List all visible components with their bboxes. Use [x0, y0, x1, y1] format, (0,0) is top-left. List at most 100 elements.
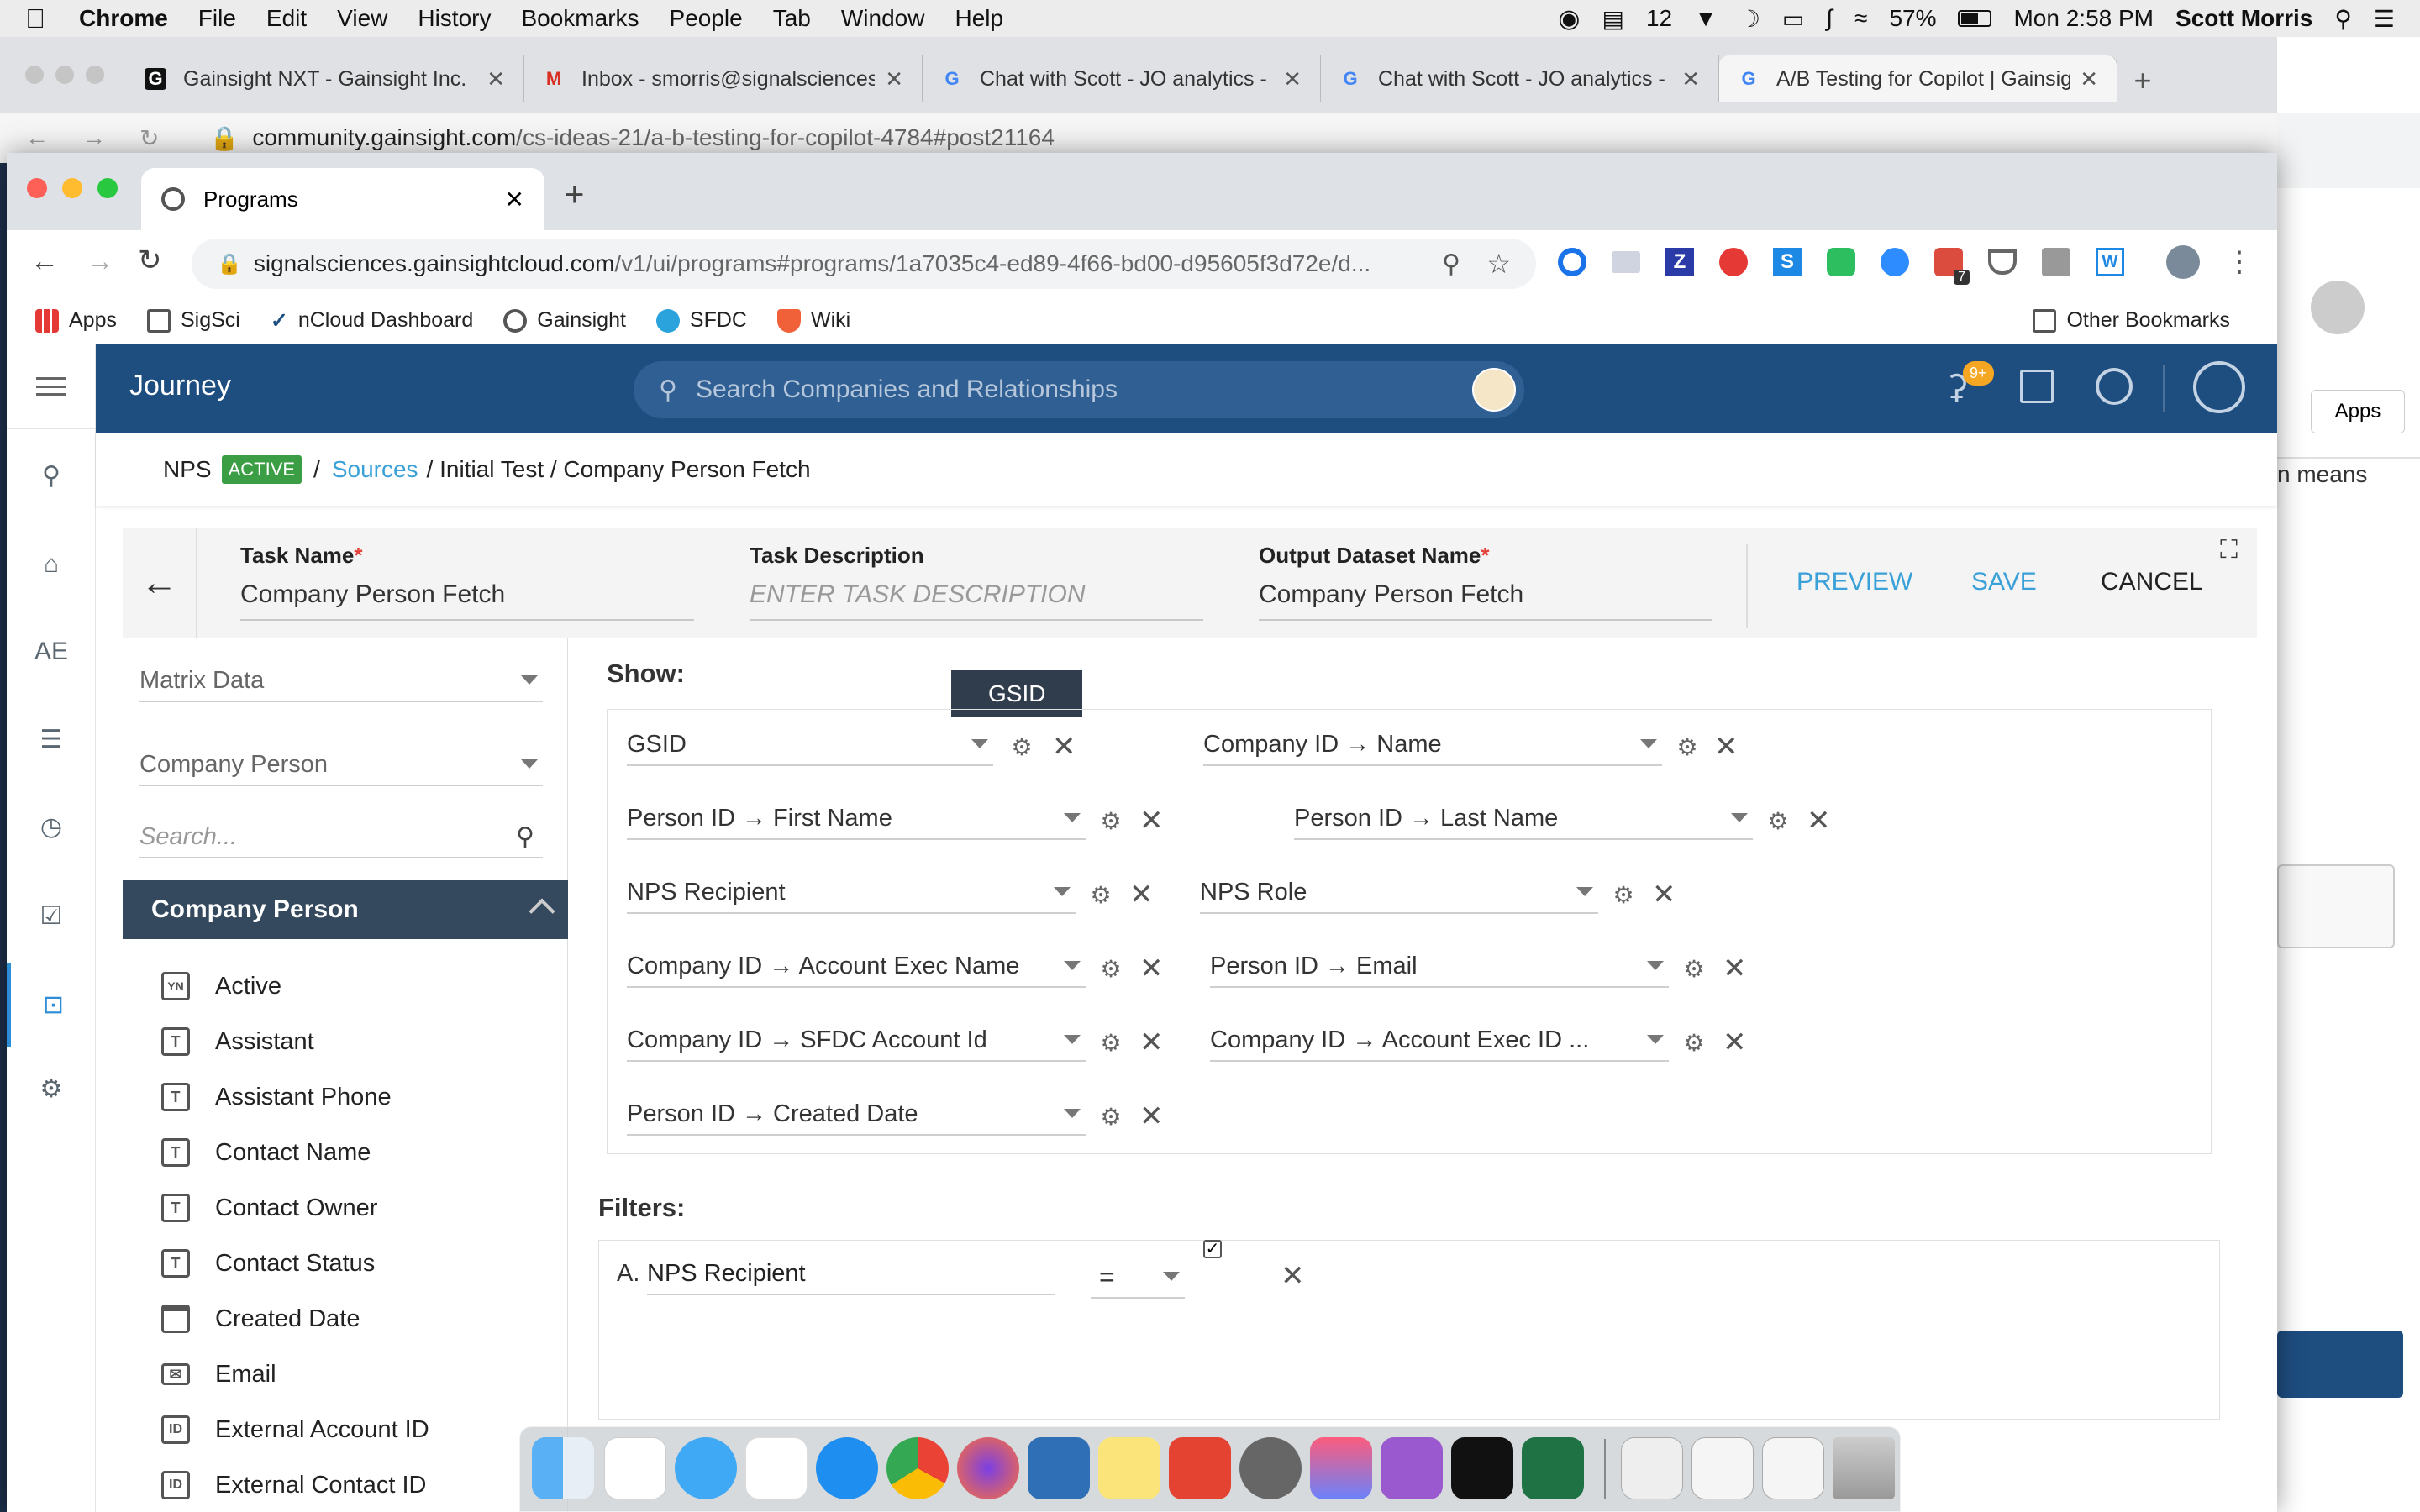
slack-icon[interactable]	[745, 1437, 808, 1499]
airplay-icon[interactable]: ▭	[1782, 5, 1804, 33]
forward-icon[interactable]: →	[82, 124, 106, 151]
list-icon[interactable]: ☰	[7, 697, 96, 781]
hamburger-menu-icon[interactable]	[7, 344, 96, 428]
menu-history[interactable]: History	[418, 5, 491, 32]
extension-icon[interactable]: S	[1773, 248, 1802, 276]
fullscreen-icon[interactable]: ⛶	[2220, 536, 2238, 564]
show-field-dropdown[interactable]: Person ID → Created Date	[627, 1094, 1086, 1136]
back-icon[interactable]: ←	[30, 245, 59, 278]
preview-button[interactable]: PREVIEW	[1797, 568, 1912, 596]
gear-icon[interactable]: ⚙	[1099, 958, 1123, 981]
source-type-dropdown[interactable]: Matrix Data	[139, 660, 543, 702]
trash-icon[interactable]	[1833, 1437, 1895, 1499]
user-profile-icon[interactable]	[2193, 361, 2245, 413]
field-list-item[interactable]: ✉ Email	[161, 1349, 276, 1399]
field-search-input[interactable]: Search... ⚲	[139, 816, 543, 858]
cancel-button[interactable]: CANCEL	[2101, 568, 2203, 596]
field-list-item[interactable]: YN Active	[161, 961, 281, 1011]
field-list-item[interactable]: T Contact Status	[161, 1238, 375, 1289]
reload-icon[interactable]: ↻	[138, 244, 162, 277]
remove-icon[interactable]: ✕	[1723, 1028, 1747, 1057]
forward-icon[interactable]: →	[86, 245, 114, 278]
source-object-dropdown[interactable]: Company Person	[139, 744, 543, 786]
apple-icon[interactable]: 	[25, 3, 45, 34]
field-list-item[interactable]: T Contact Owner	[161, 1183, 377, 1233]
firefox-icon[interactable]	[957, 1437, 1019, 1499]
filter-operator-dropdown[interactable]: =	[1091, 1257, 1185, 1299]
extension-icon[interactable]	[1558, 248, 1586, 276]
bg-button[interactable]	[2277, 1331, 2403, 1398]
support-icon[interactable]	[2096, 368, 2133, 405]
book-icon[interactable]	[2020, 370, 2054, 403]
bookmark-wiki[interactable]: Wiki	[776, 308, 850, 333]
remove-icon[interactable]: ✕	[1129, 880, 1154, 909]
bookmark-gainsight[interactable]: Gainsight	[503, 308, 626, 333]
breadcrumb-sources-link[interactable]: Sources	[332, 456, 418, 483]
other-bookmarks[interactable]: Other Bookmarks	[2033, 308, 2230, 333]
app-icon[interactable]	[1028, 1437, 1090, 1499]
bluetooth-icon[interactable]: ∫	[1826, 5, 1833, 32]
bookmark-star-icon[interactable]: ☆	[1486, 248, 1511, 280]
apps-button[interactable]: Apps	[2311, 390, 2405, 433]
new-tab-icon[interactable]: +	[565, 176, 584, 214]
new-tab-icon[interactable]: +	[2118, 55, 2168, 106]
field-list-item[interactable]: ID External Account ID	[161, 1404, 429, 1455]
close-window-button[interactable]	[27, 178, 47, 198]
extension-icon[interactable]	[1719, 248, 1748, 276]
close-icon[interactable]: ✕	[1681, 66, 1700, 92]
evernote-icon[interactable]	[1827, 248, 1855, 276]
journey-orchestrator-icon[interactable]: ⊡	[7, 963, 96, 1047]
bg-tab[interactable]: G Chat with Scott - JO analytics - ✕	[923, 55, 1321, 102]
vpn-icon[interactable]: ▼	[1694, 5, 1718, 32]
music-icon[interactable]	[1310, 1437, 1372, 1499]
show-field-dropdown[interactable]: NPS Recipient	[627, 872, 1076, 914]
home-icon[interactable]: ⌂	[7, 522, 96, 606]
close-icon[interactable]: ✕	[1283, 66, 1302, 92]
todoist-icon[interactable]	[1169, 1437, 1231, 1499]
zoom-window-button[interactable]	[97, 178, 118, 198]
field-list-item[interactable]: ID External Contact ID	[161, 1460, 426, 1510]
menu-view[interactable]: View	[337, 5, 387, 32]
show-field-dropdown[interactable]: Person ID → Email	[1210, 946, 1669, 988]
zoom-ext-icon[interactable]	[1881, 248, 1909, 276]
bookmark-apps[interactable]: Apps	[35, 308, 117, 333]
task-description-input[interactable]: ENTER TASK DESCRIPTION	[750, 580, 1203, 621]
gear-icon[interactable]: ⚙	[1612, 884, 1635, 907]
show-field-dropdown[interactable]: GSID	[627, 724, 993, 766]
gear-icon[interactable]: ⚙	[1682, 1032, 1706, 1055]
copilot-avatar[interactable]	[1472, 368, 1516, 412]
bg-url-path[interactable]: /cs-ideas-21/a-b-testing-for-copilot-478…	[516, 124, 1055, 151]
gear-icon[interactable]: ⚙	[1010, 736, 1034, 759]
clock[interactable]: Mon 2:58 PM	[2013, 5, 2154, 32]
excel-icon[interactable]	[1522, 1437, 1584, 1499]
minimize-window-button[interactable]	[62, 178, 82, 198]
profile-avatar[interactable]	[2166, 245, 2200, 279]
back-icon[interactable]: ←	[25, 124, 49, 151]
gear-icon[interactable]: ⚙	[7, 1047, 96, 1131]
spreadsheet-thumbnail-icon[interactable]	[1762, 1437, 1824, 1499]
notes-icon[interactable]	[1098, 1437, 1160, 1499]
spreadsheet-thumbnail-icon[interactable]	[1691, 1437, 1754, 1499]
remove-icon[interactable]: ✕	[1723, 954, 1747, 983]
close-icon[interactable]: ✕	[2080, 66, 2098, 92]
messages-icon[interactable]	[675, 1437, 737, 1499]
field-list-item[interactable]: T Contact Name	[161, 1127, 371, 1178]
show-field-dropdown[interactable]: Company ID → SFDC Account Id	[627, 1020, 1086, 1062]
chevron-up-icon[interactable]	[529, 898, 555, 925]
apple-tv-icon[interactable]	[1451, 1437, 1513, 1499]
safari-icon[interactable]	[816, 1437, 878, 1499]
task-name-input[interactable]: Company Person Fetch	[240, 580, 694, 621]
show-field-dropdown[interactable]: NPS Role	[1200, 872, 1598, 914]
search-icon[interactable]: ⚲	[7, 433, 96, 517]
menu-help[interactable]: Help	[955, 5, 1003, 32]
bookmark-sfdc[interactable]: SFDC	[655, 308, 747, 333]
gear-icon[interactable]: ⚙	[1099, 1105, 1123, 1129]
extension-icon[interactable]: W	[2096, 248, 2124, 276]
save-button[interactable]: SAVE	[1971, 568, 2037, 596]
close-icon[interactable]: ✕	[885, 66, 903, 92]
todo-status-icon[interactable]: ▤	[1602, 5, 1623, 33]
tab-programs[interactable]: Programs ✕	[141, 168, 544, 230]
avatar[interactable]	[2311, 281, 2365, 334]
remove-icon[interactable]: ✕	[1139, 954, 1164, 983]
menu-edit[interactable]: Edit	[266, 5, 307, 32]
